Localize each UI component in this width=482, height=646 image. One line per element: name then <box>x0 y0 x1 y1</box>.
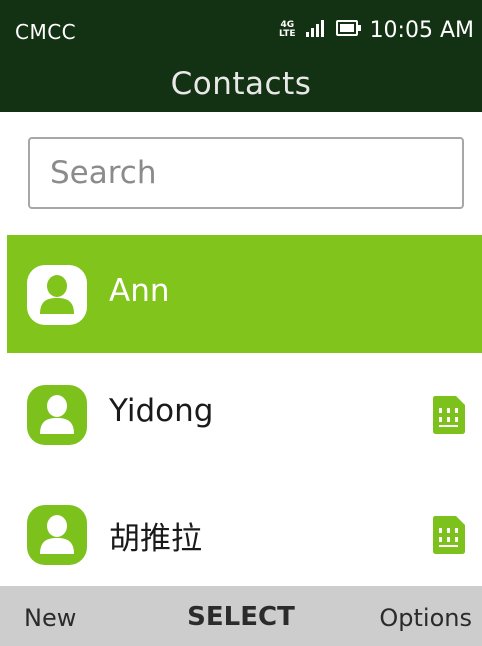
contact-row-hutuila[interactable]: 胡推拉 <box>7 475 482 593</box>
status-bar: CMCC 4G LTE 10:05 AM <box>0 0 482 56</box>
app-header: Contacts <box>0 56 482 112</box>
person-icon <box>27 385 87 445</box>
contact-name: Yidong <box>109 393 214 429</box>
network-type-badge: 4G LTE <box>279 21 296 39</box>
clock: 10:05 AM <box>369 17 474 43</box>
person-icon <box>27 505 87 565</box>
contact-row-ann[interactable]: Ann <box>7 235 482 353</box>
person-icon <box>27 265 87 325</box>
network-technology: LTE <box>279 29 296 39</box>
contact-name: 胡推拉 <box>109 521 202 557</box>
page-title: Contacts <box>170 66 312 102</box>
contact-name: Ann <box>109 273 170 309</box>
battery-icon <box>335 18 362 43</box>
sim-card-icon <box>432 515 466 559</box>
status-indicators: 4G LTE 10:05 AM <box>279 17 474 43</box>
softkey-options[interactable]: Options <box>379 604 472 632</box>
softkey-bar: New SELECT Options <box>0 586 482 646</box>
sim-card-icon <box>432 395 466 439</box>
carrier-label: CMCC <box>15 20 77 44</box>
search-input[interactable]: Search <box>28 137 464 209</box>
signal-bars-icon <box>305 18 328 43</box>
contact-row-yidong[interactable]: Yidong <box>7 355 482 473</box>
